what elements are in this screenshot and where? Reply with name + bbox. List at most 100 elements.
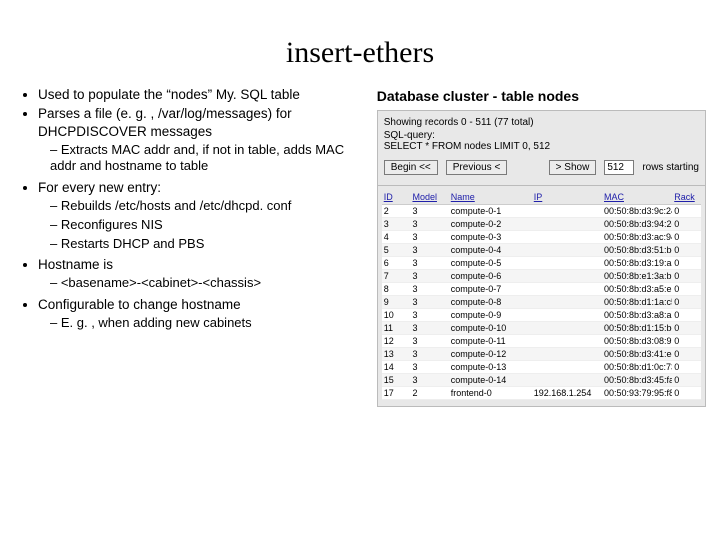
table-row: 172frontend-0192.168.1.25400:50:93:79:95… (382, 387, 701, 400)
cell-ip (532, 361, 602, 374)
rows-input[interactable] (604, 160, 634, 175)
cell-mac: 00:50:8b:d3:9c:24 (602, 205, 672, 218)
page-title: insert-ethers (0, 0, 720, 70)
cell-model: 3 (410, 270, 448, 283)
pager-controls: Begin << Previous < > Show rows starting (384, 160, 699, 175)
cell-name: compute-0-13 (449, 361, 532, 374)
cell-mac: 00:50:8b:d1:15:bd (602, 322, 672, 335)
query-text: SELECT * FROM nodes LIMIT 0, 512 (384, 141, 550, 152)
table-row: 123compute-0-11 00:50:8b:d3:08:990 (382, 335, 701, 348)
cell-name: frontend-0 (449, 387, 532, 400)
cell-id: 17 (382, 387, 411, 400)
col-header[interactable]: IP (532, 190, 602, 205)
bullet-text: Used to populate the “nodes” My. SQL tab… (38, 87, 300, 102)
cell-id: 12 (382, 335, 411, 348)
cell-mac: 00:50:8b:d1:0c:73 (602, 361, 672, 374)
table-row: 83compute-0-700:50:8b:d3:a5:e70 (382, 283, 701, 296)
cell-mac: 00:50:8b:d3:51:bd (602, 244, 672, 257)
records-text: Showing records 0 - 511 (77 total) (384, 117, 699, 128)
cell-id: 7 (382, 270, 411, 283)
table-row: 93compute-0-800:50:8b:d1:1a:c50 (382, 296, 701, 309)
cell-model: 3 (410, 218, 448, 231)
cell-rack: 0 (672, 322, 701, 335)
sub-list: Rebuilds /etc/hosts and /etc/dhcpd. conf… (38, 198, 371, 252)
sub-bullet-item: Rebuilds /etc/hosts and /etc/dhcpd. conf (50, 198, 371, 215)
cell-mac: 00:50:8b:d3:a8:a7 (602, 309, 672, 322)
content-area: Used to populate the “nodes” My. SQL tab… (0, 70, 720, 407)
cell-id: 10 (382, 309, 411, 322)
cell-rack: 0 (672, 335, 701, 348)
col-header[interactable]: Name (449, 190, 532, 205)
cell-name: compute-0-11 (449, 335, 532, 348)
cell-ip (532, 231, 602, 244)
cell-rack: 0 (672, 296, 701, 309)
cell-rack: 0 (672, 309, 701, 322)
sub-list: <basename>-<cabinet>-<chassis> (38, 275, 371, 292)
panel-header: Database cluster - table nodes (377, 86, 706, 110)
table-row: 63compute-0-500:50:8b:d3:19:aa0 (382, 257, 701, 270)
cell-model: 3 (410, 244, 448, 257)
cell-name: compute-0-6 (449, 270, 532, 283)
cell-rack: 0 (672, 283, 701, 296)
cell-name: compute-0-3 (449, 231, 532, 244)
cell-ip (532, 322, 602, 335)
bullet-text: For every new entry: (38, 180, 161, 195)
cell-rack: 0 (672, 361, 701, 374)
table-row: 23compute-0-100:50:8b:d3:9c:240 (382, 205, 701, 218)
cell-name: compute-0-12 (449, 348, 532, 361)
show-button[interactable]: > Show (549, 160, 597, 175)
cell-id: 2 (382, 205, 411, 218)
cell-ip (532, 335, 602, 348)
sql-query-line: SQL-query: SELECT * FROM nodes LIMIT 0, … (384, 130, 699, 152)
cell-ip (532, 283, 602, 296)
sub-list: E. g. , when adding new cabinets (38, 315, 371, 332)
col-header[interactable]: ID (382, 190, 411, 205)
cell-rack: 0 (672, 205, 701, 218)
cell-id: 13 (382, 348, 411, 361)
cell-rack: 0 (672, 231, 701, 244)
sub-bullet-item: Extracts MAC addr and, if not in table, … (50, 142, 371, 175)
cell-model: 3 (410, 231, 448, 244)
cell-model: 3 (410, 257, 448, 270)
col-header[interactable]: Model (410, 190, 448, 205)
bullets-column: Used to populate the “nodes” My. SQL tab… (14, 86, 371, 407)
cell-model: 3 (410, 335, 448, 348)
bullet-text: Hostname is (38, 257, 113, 272)
cell-mac: 00:50:8b:d1:1a:c5 (602, 296, 672, 309)
cell-name: compute-0-14 (449, 374, 532, 387)
bullet-item: Hostname is <basename>-<cabinet>-<chassis… (38, 256, 371, 292)
cell-id: 3 (382, 218, 411, 231)
col-header[interactable]: MAC (602, 190, 672, 205)
cell-rack: 0 (672, 218, 701, 231)
table-header-row: IDModelNameIPMACRack (382, 190, 701, 205)
db-panel: Database cluster - table nodes Showing r… (377, 86, 706, 407)
cell-id: 14 (382, 361, 411, 374)
sub-bullet-item: Restarts DHCP and PBS (50, 236, 371, 253)
begin-button[interactable]: Begin << (384, 160, 438, 175)
cell-mac: 00:50:8b:d3:19:aa (602, 257, 672, 270)
nodes-table: IDModelNameIPMACRack 23compute-0-100:50:… (382, 190, 701, 400)
cell-name: compute-0-8 (449, 296, 532, 309)
cell-mac: 00:50:8b:d3:94:2d (602, 218, 672, 231)
cell-model: 3 (410, 374, 448, 387)
cell-mac: 00:50:8b:d3:ac:94 (602, 231, 672, 244)
bullet-text: Parses a file (e. g. , /var/log/messages… (38, 106, 292, 138)
cell-mac: 00:50:8b:d3:45:fa (602, 374, 672, 387)
cell-model: 2 (410, 387, 448, 400)
cell-rack: 0 (672, 387, 701, 400)
bullet-item: Parses a file (e. g. , /var/log/messages… (38, 105, 371, 175)
cell-model: 3 (410, 296, 448, 309)
col-header[interactable]: Rack (672, 190, 701, 205)
cell-ip (532, 348, 602, 361)
bullet-text: Configurable to change hostname (38, 297, 241, 312)
cell-model: 3 (410, 205, 448, 218)
cell-ip (532, 218, 602, 231)
bullet-item: Configurable to change hostname E. g. , w… (38, 296, 371, 332)
previous-button[interactable]: Previous < (446, 160, 508, 175)
cell-ip (532, 244, 602, 257)
bullet-item: For every new entry: Rebuilds /etc/hosts … (38, 179, 371, 252)
table-row: 53compute-0-400:50:8b:d3:51:bd0 (382, 244, 701, 257)
table-body: 23compute-0-100:50:8b:d3:9c:24033compute… (382, 205, 701, 400)
cell-mac: 00:50:8b:d3:08:99 (602, 335, 672, 348)
bullet-item: Used to populate the “nodes” My. SQL tab… (38, 86, 371, 103)
